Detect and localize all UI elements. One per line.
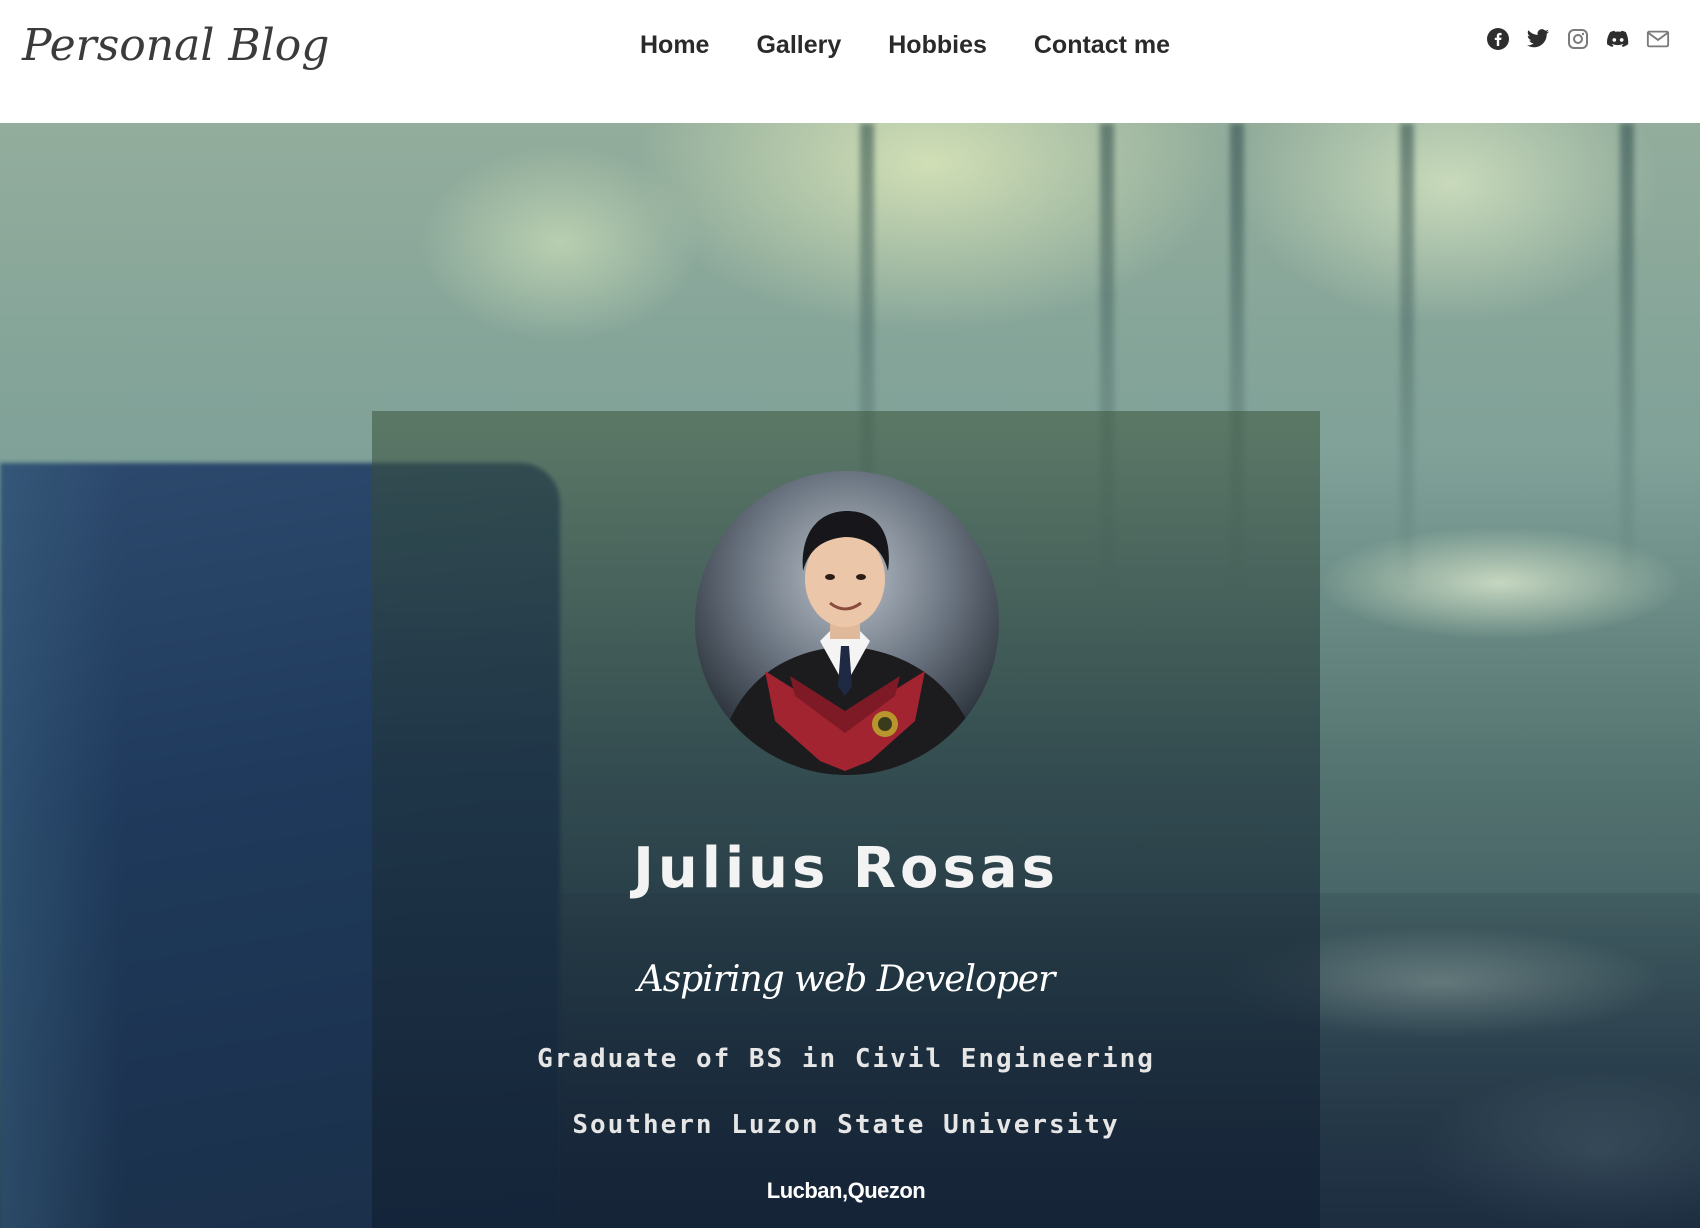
facebook-icon[interactable] [1486, 26, 1510, 52]
profile-degree: Graduate of BS in Civil Engineering [537, 1044, 1155, 1074]
twitter-icon[interactable] [1526, 26, 1550, 52]
mail-icon[interactable] [1646, 26, 1670, 52]
nav-link-hobbies[interactable]: Hobbies [888, 29, 987, 61]
site-header: Personal Blog Home Gallery Hobbies Conta… [0, 0, 1700, 123]
social-links [1486, 26, 1670, 52]
discord-icon[interactable] [1606, 26, 1630, 52]
profile-tagline: Aspiring web Developer [637, 959, 1056, 1000]
background-pillar [1620, 123, 1634, 593]
site-brand-link[interactable]: Personal Blog [22, 20, 329, 71]
nav-link-gallery[interactable]: Gallery [756, 29, 841, 61]
profile-school: Southern Luzon State University [572, 1110, 1120, 1140]
profile-avatar [695, 471, 999, 775]
main-nav: Home Gallery Hobbies Contact me [640, 29, 1217, 61]
nav-link-home[interactable]: Home [640, 29, 709, 61]
nav-link-contact[interactable]: Contact me [1034, 29, 1170, 61]
profile-name: Julius Rosas [633, 836, 1059, 901]
profile-card: Julius Rosas Aspiring web Developer Grad… [372, 411, 1320, 1228]
profile-location: Lucban,Quezon [766, 1178, 926, 1203]
background-pillar [1400, 123, 1414, 593]
instagram-icon[interactable] [1566, 26, 1590, 52]
hero-section: Julius Rosas Aspiring web Developer Grad… [0, 123, 1700, 1228]
